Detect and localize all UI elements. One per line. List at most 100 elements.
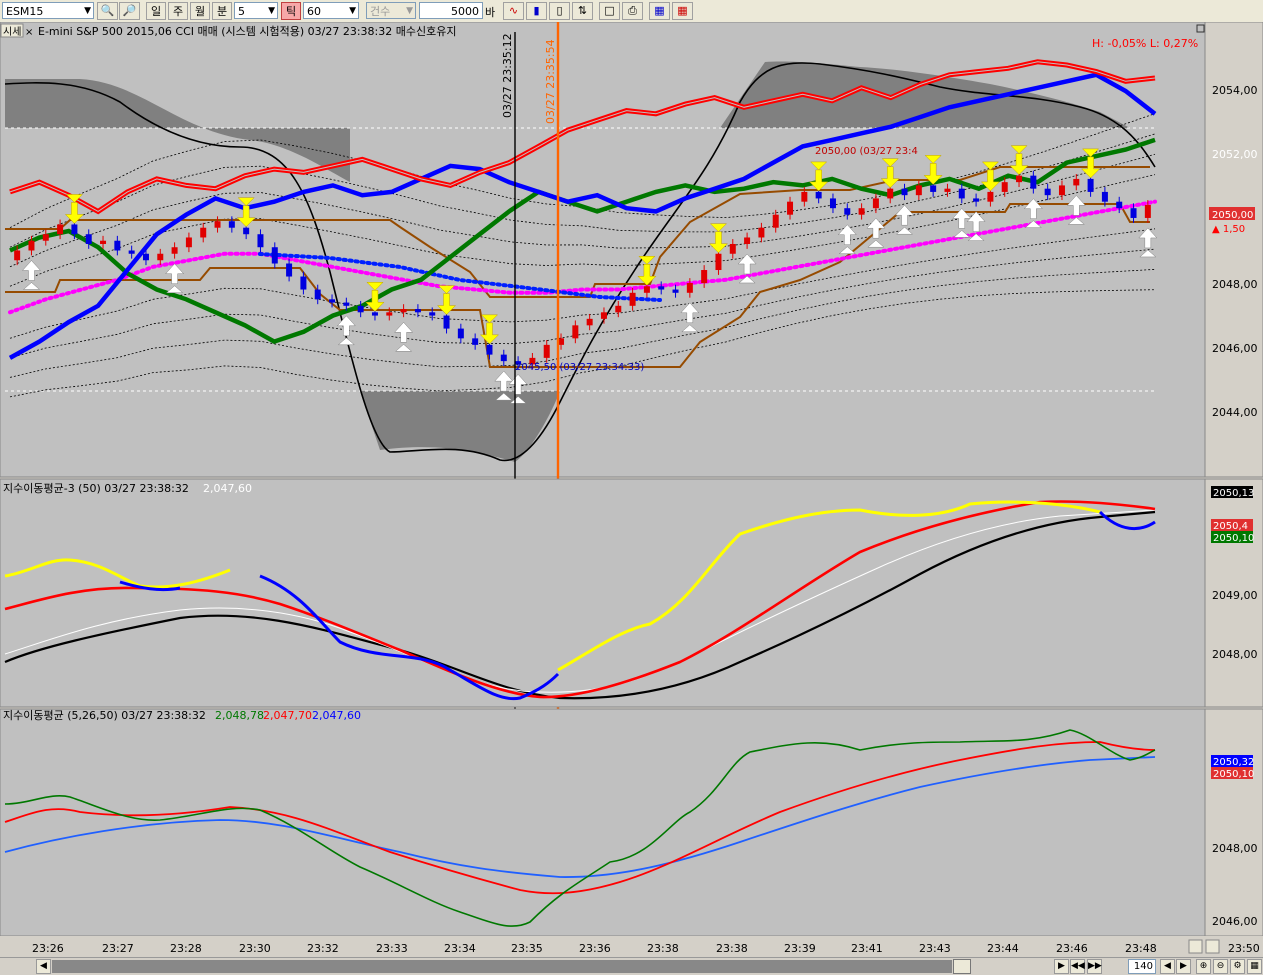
x-tick-label: 23:43 (919, 942, 951, 955)
ema3-panel: 지수이동평균-3 (50) 03/27 23:38:32 2,047,60 20… (0, 478, 1263, 708)
line-chart-icon[interactable]: ∿ (503, 2, 524, 20)
ema-panel: 지수이동평균 (5,26,50) 03/27 23:38:32 2,048,78… (0, 708, 1263, 937)
candle-body (214, 221, 221, 228)
candle-body (1030, 175, 1037, 189)
print-icon[interactable]: ⎙ (622, 2, 643, 20)
ema3-tag-2: 2050,4 (1213, 521, 1248, 532)
count-select[interactable]: 건수 ▼ (366, 2, 416, 19)
panel-close-icon[interactable]: × (25, 27, 33, 38)
candle-body (686, 283, 693, 293)
candle-body (801, 191, 808, 202)
x-tick-label: 23:46 (1056, 942, 1088, 955)
zoom-reset-button[interactable]: ⊖ (1213, 959, 1228, 974)
price-change: ▲ 1,50 (1212, 224, 1245, 235)
x-tick-label: 23:34 (444, 942, 476, 955)
vline2-label: 03/27 23:35:54 (544, 39, 557, 124)
search-icon[interactable]: 🔍 (97, 2, 118, 20)
candle-body (400, 309, 407, 313)
zoom-search-icon[interactable]: 🔎 (119, 2, 140, 20)
candle-body (457, 328, 464, 339)
candle-body (1130, 208, 1137, 218)
scrollbar[interactable]: ◀ ▶ ◀◀ ▶▶ 140 ◀ ▶ ⊕ ⊖ ⚙ ▦ (0, 957, 1263, 975)
ytick-2052: 2052,00 (1212, 148, 1258, 161)
candle-body (472, 338, 479, 345)
toolbar: ESM15 ▼ 🔍 🔎 일 주 월 분 5 ▼ 틱 60 ▼ 건수 ▼ 5000 바 ∿… (0, 0, 1263, 23)
minute-select[interactable]: 5 ▼ (234, 2, 278, 19)
tick-button[interactable]: 틱 (281, 2, 301, 20)
candle-body (42, 234, 49, 241)
candle-body (915, 185, 922, 196)
candle-body (1016, 175, 1023, 183)
panel-tag: 시세 (3, 26, 21, 38)
window-icon[interactable]: ▦ (649, 2, 670, 20)
scroll-track[interactable] (52, 960, 952, 973)
scroll-left-button[interactable]: ◀ (36, 959, 51, 974)
sort-icon[interactable]: ⇅ (572, 2, 593, 20)
candle-body (729, 243, 736, 254)
candle-body (1116, 201, 1123, 209)
candle-body (629, 292, 636, 306)
corner-time-label: 23:50 (1228, 942, 1260, 955)
candle-body (1087, 178, 1094, 192)
candle-body (228, 221, 235, 228)
zoom-out-button[interactable]: ◀ (1160, 959, 1175, 974)
candle-body (772, 214, 779, 228)
scroll-last-button[interactable]: ▶▶ (1087, 959, 1102, 974)
document-icon[interactable]: □ (599, 2, 620, 20)
candle-body (57, 224, 64, 235)
period-minute-button[interactable]: 분 (212, 2, 232, 20)
candle-body (200, 227, 207, 238)
candle-body (973, 198, 980, 202)
x-tick-label: 23:44 (987, 942, 1019, 955)
ema-tag-2: 2050,10 (1213, 769, 1254, 780)
candle-body (1101, 191, 1108, 202)
ema3-ytick-2048: 2048,00 (1212, 648, 1258, 661)
x-tick-label: 23:41 (851, 942, 883, 955)
ema3-ytick-2049: 2049,00 (1212, 589, 1258, 602)
scroll-right-button[interactable]: ▶ (1054, 959, 1069, 974)
vline1-label: 03/27 23:35:12 (501, 33, 514, 118)
grid-icon[interactable]: ▦ (672, 2, 693, 20)
x-tick-label: 23:48 (1125, 942, 1157, 955)
magnify-icon[interactable] (1205, 939, 1220, 954)
tick-select[interactable]: 60 ▼ (303, 2, 359, 19)
candle-body (672, 289, 679, 293)
zoom-in-button[interactable]: ▶ (1176, 959, 1191, 974)
scroll-thumb[interactable] (953, 959, 971, 974)
candle-body (142, 253, 149, 261)
candle-body (300, 276, 307, 290)
grid-view-icon[interactable]: ▦ (1247, 959, 1262, 974)
candle-body (14, 250, 21, 261)
candle-body (429, 312, 436, 316)
period-month-button[interactable]: 월 (190, 2, 210, 20)
candle-body (858, 208, 865, 215)
candle-body (829, 198, 836, 209)
candle-body (787, 201, 794, 215)
candle-chart-icon[interactable]: ▯ (549, 2, 570, 20)
candle-body (987, 191, 994, 202)
candle-body (85, 234, 92, 244)
candle-body (715, 253, 722, 271)
candle-body (386, 312, 393, 316)
period-week-button[interactable]: 주 (168, 2, 188, 20)
period-day-button[interactable]: 일 (146, 2, 166, 20)
candle-body (1058, 185, 1065, 196)
x-tick-label: 23:36 (579, 942, 611, 955)
scroll-first-button[interactable]: ◀◀ (1070, 959, 1085, 974)
candle-body (185, 237, 192, 248)
zoom-fit-button[interactable]: ⊕ (1196, 959, 1211, 974)
symbol-select[interactable]: ESM15 ▼ (2, 2, 94, 19)
zoom-input[interactable]: 140 (1128, 959, 1156, 974)
candle-body (1144, 204, 1151, 218)
chevron-down-icon: ▼ (268, 6, 275, 16)
bars-input[interactable]: 5000 (419, 2, 483, 19)
settings-icon[interactable]: ⚙ (1230, 959, 1245, 974)
chart-area: 03/27 23:35:12 03/27 23:35:54 시세 × E-min… (0, 22, 1263, 957)
ema-panel-title: 지수이동평균 (5,26,50) 03/27 23:38:32 (3, 709, 206, 722)
chevron-down-icon: ▼ (84, 6, 91, 16)
bars-value: 5000 (451, 5, 479, 18)
edit-icon[interactable] (1188, 939, 1203, 954)
bar-chart-icon[interactable]: ▮ (526, 2, 547, 20)
candle-body (314, 289, 321, 300)
candle-body (286, 263, 293, 277)
